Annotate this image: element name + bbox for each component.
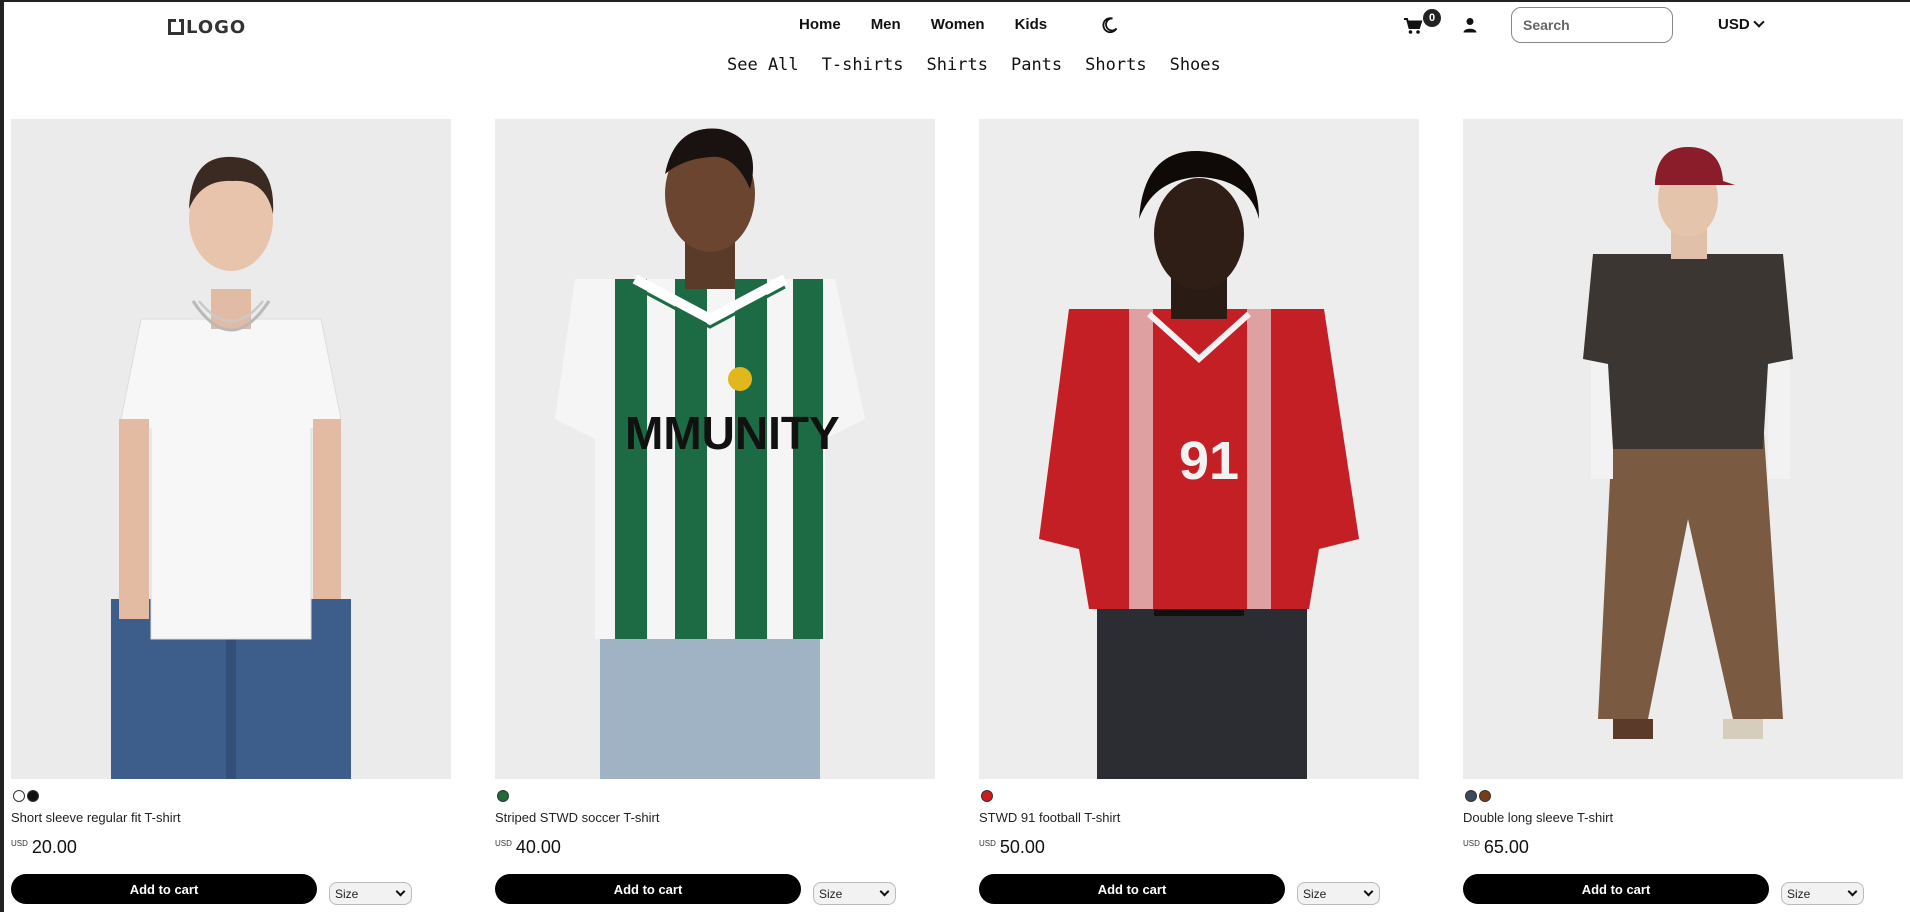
chevron-down-icon bbox=[1363, 886, 1374, 897]
price-currency: USD bbox=[11, 839, 28, 848]
price-value: 40.00 bbox=[515, 837, 561, 857]
chevron-down-icon bbox=[1753, 16, 1765, 28]
product-image[interactable] bbox=[1463, 119, 1903, 779]
price-currency: USD bbox=[1463, 839, 1480, 848]
size-label: Size bbox=[1303, 886, 1327, 901]
shirt-print-text: 91 bbox=[1179, 431, 1239, 491]
product-image[interactable] bbox=[11, 119, 451, 779]
size-label: Size bbox=[1787, 886, 1811, 901]
moon-icon[interactable] bbox=[1101, 16, 1119, 34]
product-name[interactable]: Striped STWD soccer T-shirt bbox=[495, 810, 659, 825]
swatch-slate[interactable] bbox=[1465, 790, 1477, 802]
product-card: Double long sleeve T-shirt USD 65.00 Add… bbox=[1463, 119, 1903, 905]
add-to-cart-button[interactable]: Add to cart bbox=[11, 874, 317, 904]
swatch-white[interactable] bbox=[13, 790, 25, 802]
category-shorts[interactable]: Shorts bbox=[1085, 55, 1146, 75]
cart-count-badge: 0 bbox=[1423, 9, 1441, 27]
currency-selector[interactable]: USD bbox=[1718, 16, 1765, 33]
main-nav: Home Men Women Kids bbox=[799, 16, 1077, 33]
site-header: LOGO Home Men Women Kids 0 USD bbox=[4, 2, 1910, 50]
nav-kids[interactable]: Kids bbox=[1015, 16, 1048, 33]
product-name[interactable]: STWD 91 football T-shirt bbox=[979, 810, 1120, 825]
add-to-cart-button[interactable]: Add to cart bbox=[979, 874, 1285, 904]
size-label: Size bbox=[819, 886, 843, 901]
category-t-shirts[interactable]: T-shirts bbox=[822, 55, 904, 75]
user-icon[interactable] bbox=[1462, 17, 1478, 33]
product-image[interactable]: MMUNITY bbox=[495, 119, 935, 779]
color-swatches bbox=[981, 790, 993, 802]
window-left-border bbox=[0, 0, 4, 912]
price-value: 20.00 bbox=[31, 837, 77, 857]
price-value: 65.00 bbox=[1483, 837, 1529, 857]
product-image[interactable]: 91 bbox=[979, 119, 1419, 779]
product-price: USD 65.00 bbox=[1463, 837, 1529, 858]
swatch-brown[interactable] bbox=[1479, 790, 1491, 802]
product-card: 91 STWD 91 football T-shirt USD 50.00 Ad… bbox=[979, 119, 1419, 905]
search-input[interactable] bbox=[1511, 7, 1673, 43]
nav-women[interactable]: Women bbox=[931, 16, 985, 33]
size-select[interactable]: Size bbox=[1781, 882, 1864, 905]
add-to-cart-button[interactable]: Add to cart bbox=[495, 874, 801, 904]
price-currency: USD bbox=[495, 839, 512, 848]
cart-icon[interactable] bbox=[1403, 17, 1423, 35]
product-card: MMUNITY Striped STWD soccer T-shirt USD … bbox=[495, 119, 935, 905]
price-currency: USD bbox=[979, 839, 996, 848]
swatch-green[interactable] bbox=[497, 790, 509, 802]
category-shirts[interactable]: Shirts bbox=[927, 55, 988, 75]
category-nav: See All T-shirts Shirts Pants Shorts Sho… bbox=[727, 55, 1244, 75]
size-select[interactable]: Size bbox=[813, 882, 896, 905]
product-price: USD 40.00 bbox=[495, 837, 561, 858]
color-swatches bbox=[497, 790, 509, 802]
logo-mark bbox=[168, 19, 184, 35]
category-shoes[interactable]: Shoes bbox=[1170, 55, 1221, 75]
swatch-red[interactable] bbox=[981, 790, 993, 802]
swatch-black[interactable] bbox=[27, 790, 39, 802]
size-select[interactable]: Size bbox=[329, 882, 412, 905]
product-name[interactable]: Short sleeve regular fit T-shirt bbox=[11, 810, 181, 825]
category-see-all[interactable]: See All bbox=[727, 55, 799, 75]
chevron-down-icon bbox=[879, 886, 890, 897]
currency-label: USD bbox=[1718, 16, 1750, 33]
product-name[interactable]: Double long sleeve T-shirt bbox=[1463, 810, 1613, 825]
shirt-print-text: MMUNITY bbox=[625, 407, 840, 459]
chevron-down-icon bbox=[395, 886, 406, 897]
nav-home[interactable]: Home bbox=[799, 16, 841, 33]
category-pants[interactable]: Pants bbox=[1011, 55, 1062, 75]
add-to-cart-button[interactable]: Add to cart bbox=[1463, 874, 1769, 904]
product-card: Short sleeve regular fit T-shirt USD 20.… bbox=[11, 119, 451, 905]
site-logo[interactable]: LOGO bbox=[168, 15, 246, 39]
size-select[interactable]: Size bbox=[1297, 882, 1380, 905]
chevron-down-icon bbox=[1847, 886, 1858, 897]
logo-text: LOGO bbox=[186, 16, 247, 38]
nav-men[interactable]: Men bbox=[871, 16, 901, 33]
product-price: USD 50.00 bbox=[979, 837, 1045, 858]
color-swatches bbox=[1465, 790, 1491, 802]
product-price: USD 20.00 bbox=[11, 837, 77, 858]
color-swatches bbox=[13, 790, 39, 802]
size-label: Size bbox=[335, 886, 359, 901]
price-value: 50.00 bbox=[999, 837, 1045, 857]
